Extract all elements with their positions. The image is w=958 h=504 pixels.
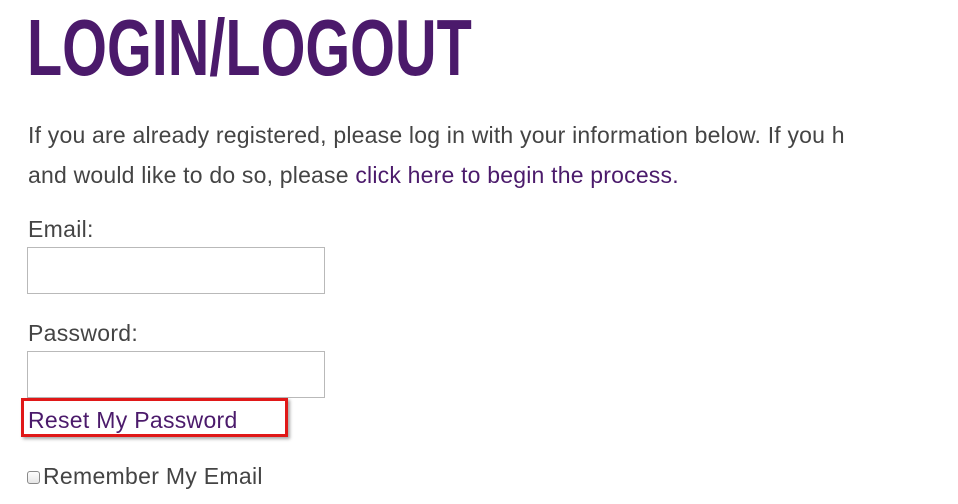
email-label: Email: <box>28 216 94 242</box>
reset-password-link[interactable]: Reset My Password <box>28 404 238 436</box>
password-field[interactable] <box>27 351 325 398</box>
password-label: Password: <box>28 320 139 346</box>
begin-registration-link[interactable]: click here to begin the process. <box>355 162 678 188</box>
intro-line-1: If you are already registered, please lo… <box>28 122 845 148</box>
login-page: LOGIN/LOGOUT If you are already register… <box>0 0 958 504</box>
intro-line-2: and would like to do so, please click he… <box>28 155 958 195</box>
intro-text: If you are already registered, please lo… <box>28 115 958 195</box>
remember-email-label: Remember My Email <box>43 463 263 489</box>
remember-email-row[interactable]: Remember My Email <box>27 460 263 492</box>
intro-line-2-text: and would like to do so, please <box>28 162 356 188</box>
page-title: LOGIN/LOGOUT <box>27 3 472 92</box>
remember-email-checkbox[interactable] <box>27 470 40 484</box>
email-field[interactable] <box>27 247 325 294</box>
